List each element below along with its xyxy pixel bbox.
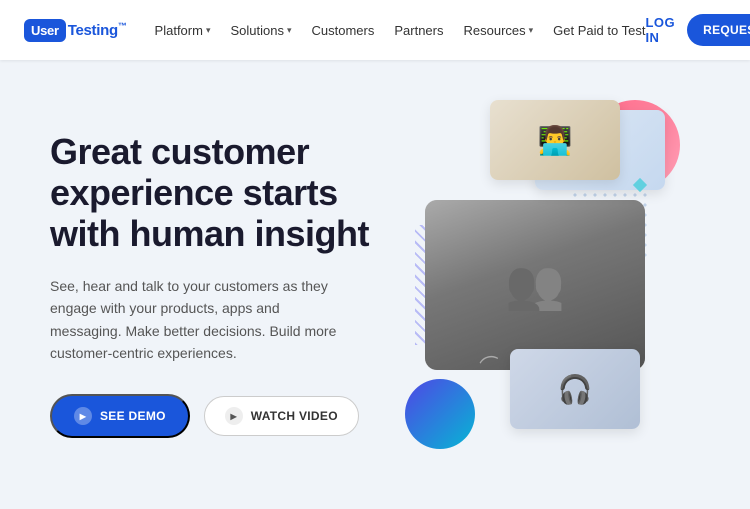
- nav-partners[interactable]: Partners: [394, 23, 443, 38]
- hero-description: See, hear and talk to your customers as …: [50, 275, 340, 365]
- login-button[interactable]: LOG IN: [645, 15, 675, 45]
- hero-title: Great customer experience starts with hu…: [50, 131, 375, 255]
- navbar: User Testing™ Platform ▾ Solutions ▾ Cus…: [0, 0, 750, 60]
- hero-content: Great customer experience starts with hu…: [50, 131, 375, 439]
- watch-video-button[interactable]: ▶ WATCH VIDEO: [204, 396, 359, 436]
- logo[interactable]: User Testing™: [24, 19, 127, 42]
- blue-circle-decoration: [405, 379, 475, 449]
- nav-customers[interactable]: Customers: [312, 23, 375, 38]
- hero-image-main: [425, 200, 645, 370]
- nav-get-paid[interactable]: Get Paid to Test: [553, 23, 645, 38]
- see-demo-button[interactable]: ▶ SEE DEMO: [50, 394, 190, 438]
- request-trial-button[interactable]: REQUEST TRIAL: [687, 14, 750, 46]
- hero-buttons: ▶ SEE DEMO ▶ WATCH VIDEO: [50, 394, 375, 438]
- hero-image-top-right: [490, 100, 620, 180]
- play-icon: ▶: [225, 407, 243, 425]
- chevron-down-icon: ▾: [529, 25, 534, 36]
- nav-platform[interactable]: Platform ▾: [155, 23, 211, 38]
- logo-text: Testing™: [68, 21, 127, 39]
- hero-visual: ⌒: [375, 60, 700, 509]
- chevron-down-icon: ▾: [287, 25, 292, 36]
- logo-box: User: [24, 19, 66, 42]
- hero-section: Great customer experience starts with hu…: [0, 60, 750, 509]
- nav-links: Platform ▾ Solutions ▾ Customers Partner…: [155, 23, 646, 38]
- nav-resources[interactable]: Resources ▾: [464, 23, 534, 38]
- play-icon: ▶: [74, 407, 92, 425]
- chevron-down-icon: ▾: [206, 25, 211, 36]
- nav-solutions[interactable]: Solutions ▾: [230, 23, 291, 38]
- hero-image-bottom-right: [510, 349, 640, 429]
- nav-actions: LOG IN REQUEST TRIAL: [645, 14, 750, 46]
